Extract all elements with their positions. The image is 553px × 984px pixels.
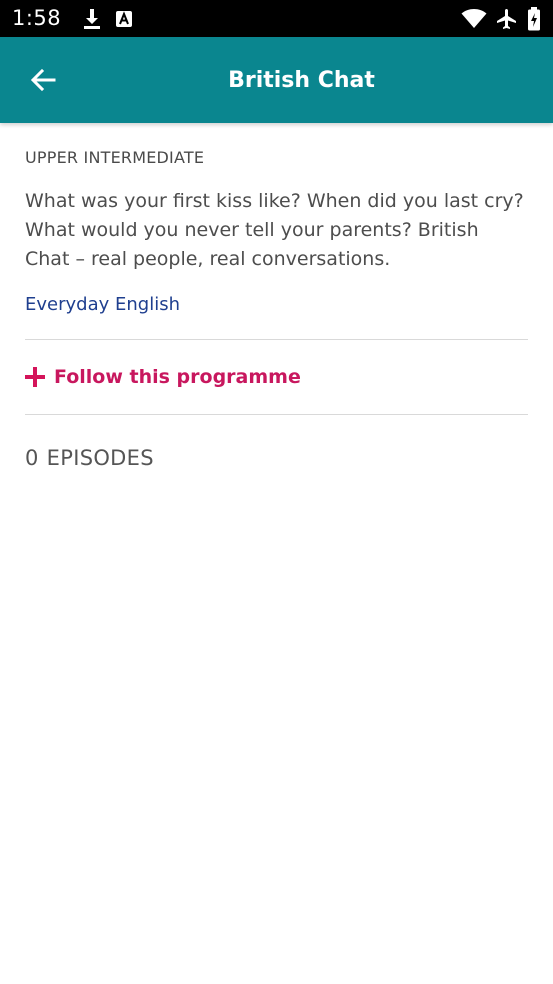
wifi-icon <box>461 7 487 31</box>
battery-icon <box>527 6 541 31</box>
episode-count-number: 0 <box>25 446 39 470</box>
follow-label: Follow this programme <box>54 366 301 388</box>
programme-details: UPPER INTERMEDIATE What was your first k… <box>25 123 528 471</box>
status-left-icons <box>83 7 133 31</box>
episodes-count: 0 EPISODES <box>25 445 528 471</box>
page-title: British Chat <box>228 67 375 93</box>
app-bar: British Chat <box>0 37 553 123</box>
follow-programme-button[interactable]: Follow this programme <box>25 340 528 414</box>
plus-icon <box>25 367 45 387</box>
level-label: UPPER INTERMEDIATE <box>25 148 205 167</box>
episodes-label: EPISODES <box>46 446 154 470</box>
divider <box>25 414 528 415</box>
status-right-icons <box>461 6 541 31</box>
status-time: 1:58 <box>12 6 62 30</box>
airplane-mode-icon <box>495 7 519 31</box>
download-icon <box>83 7 101 31</box>
category-link[interactable]: Everyday English <box>25 293 180 317</box>
programme-description: What was your first kiss like? When did … <box>25 190 524 270</box>
status-bar: 1:58 <box>0 0 553 37</box>
font-a-icon <box>115 7 133 31</box>
